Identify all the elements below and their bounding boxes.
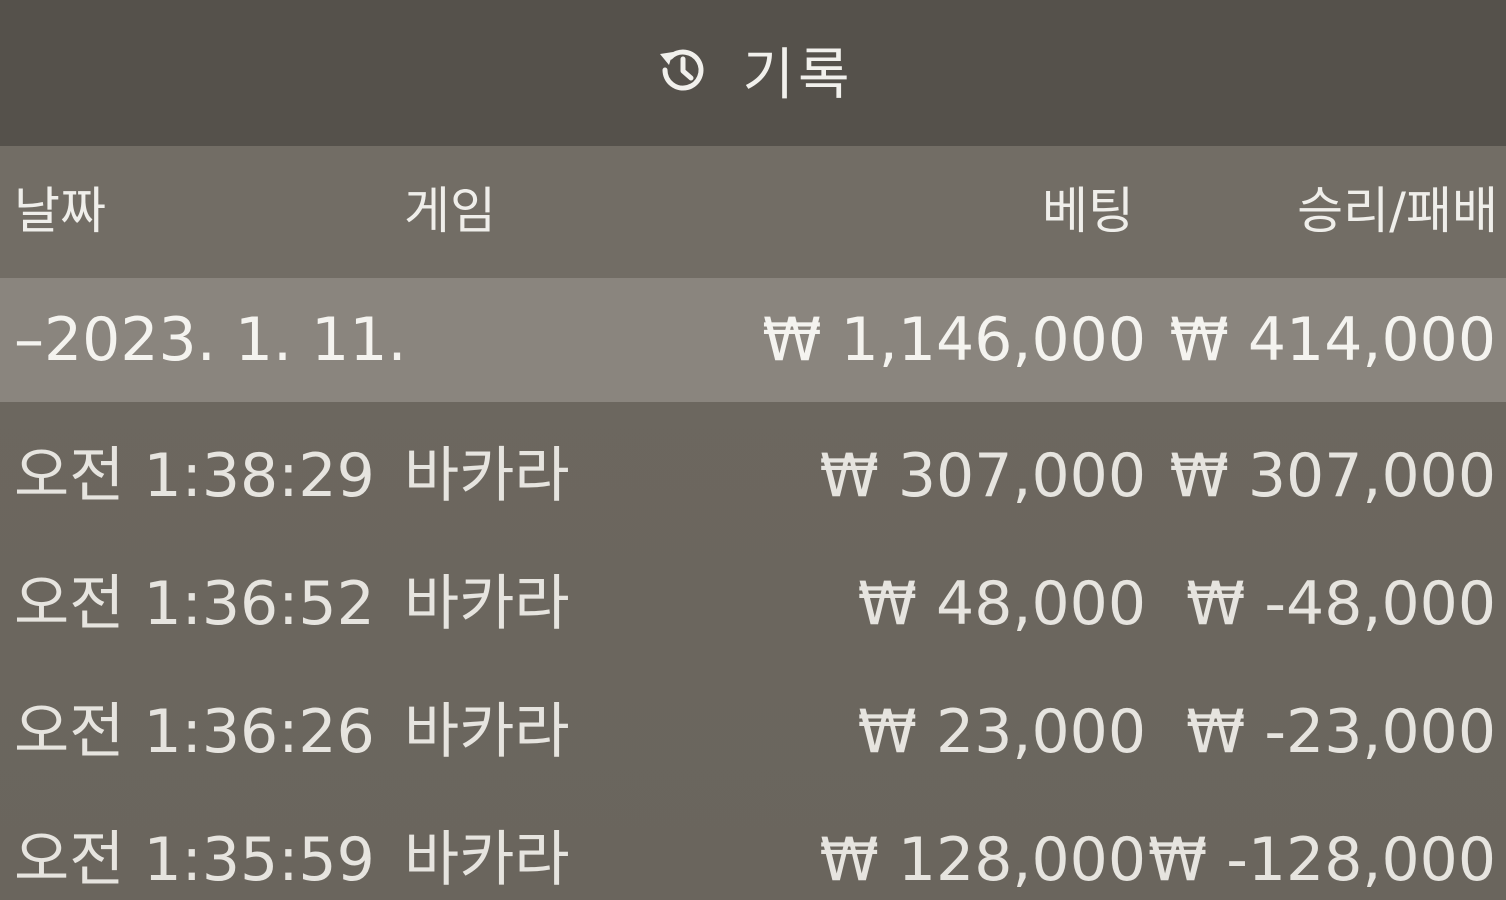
history-screen: 기록 날짜 게임 베팅 승리/패배 –2023. 1. 11. ₩ 1,146,…	[0, 0, 1506, 900]
row-win-loss: ₩ 307,000	[1169, 441, 1496, 511]
column-header-bet: 베팅	[1042, 182, 1134, 240]
row-win-loss: ₩ -23,000	[1186, 697, 1496, 767]
table-row[interactable]: 오전 1:36:52 바카라 ₩ 48,000 ₩ -48,000	[0, 530, 1506, 658]
row-win-loss: ₩ -48,000	[1186, 569, 1496, 639]
row-time: 오전 1:36:26	[14, 697, 375, 767]
row-time: 오전 1:36:52	[14, 569, 375, 639]
history-icon	[652, 40, 712, 100]
row-time: 오전 1:38:29	[14, 441, 375, 511]
row-time: 오전 1:35:59	[14, 825, 375, 895]
summary-bet-total: ₩ 1,146,000	[762, 305, 1146, 375]
row-bet: ₩ 128,000	[819, 825, 1146, 895]
row-bet: ₩ 307,000	[819, 441, 1146, 511]
table-row[interactable]: 오전 1:36:26 바카라 ₩ 23,000 ₩ -23,000	[0, 658, 1506, 786]
row-bet: ₩ 48,000	[857, 569, 1146, 639]
table-header: 날짜 게임 베팅 승리/패배	[0, 146, 1506, 278]
row-game: 바카라	[404, 697, 570, 767]
summary-date: –2023. 1. 11.	[14, 305, 407, 375]
row-bet: ₩ 23,000	[857, 697, 1146, 767]
row-game: 바카라	[404, 569, 570, 639]
row-win-loss: ₩ -128,000	[1147, 825, 1496, 895]
date-summary-row[interactable]: –2023. 1. 11. ₩ 1,146,000 ₩ 414,000	[0, 278, 1506, 402]
page-title: 기록	[742, 42, 854, 108]
column-header-game: 게임	[404, 182, 496, 240]
table-row[interactable]: 오전 1:38:29 바카라 ₩ 307,000 ₩ 307,000	[0, 402, 1506, 530]
row-game: 바카라	[404, 441, 570, 511]
row-game: 바카라	[404, 825, 570, 895]
header-bar: 기록	[0, 0, 1506, 146]
table-row[interactable]: 오전 1:35:59 바카라 ₩ 128,000 ₩ -128,000	[0, 786, 1506, 900]
column-header-date: 날짜	[14, 182, 106, 240]
column-header-win-loss: 승리/패배	[1297, 182, 1498, 240]
summary-win-loss-total: ₩ 414,000	[1169, 305, 1496, 375]
